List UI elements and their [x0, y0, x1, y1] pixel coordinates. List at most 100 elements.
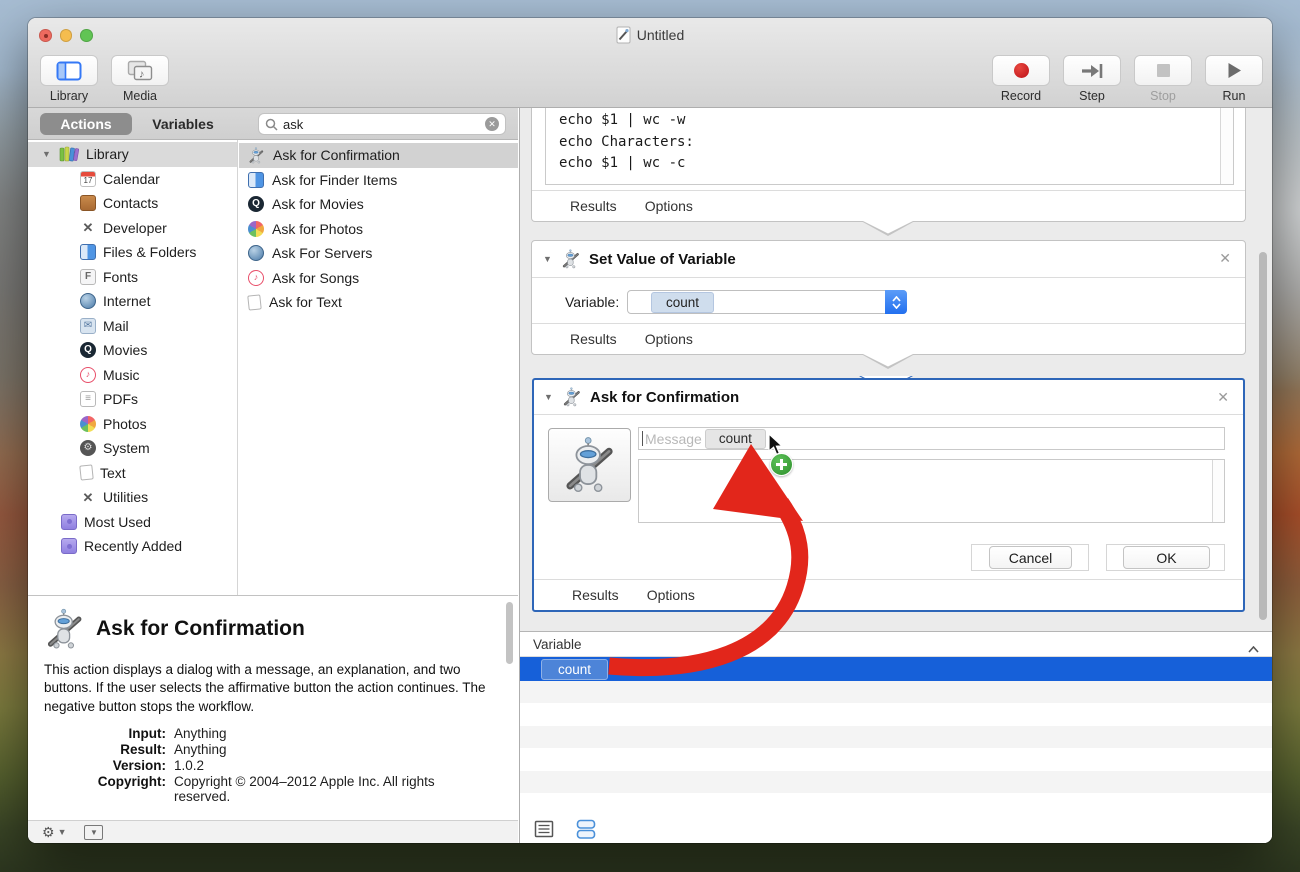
sidebar-item-label: Most Used	[84, 514, 151, 530]
description-scrollbar[interactable]	[506, 602, 513, 664]
ok-label-cell[interactable]: OK	[1106, 544, 1225, 571]
action-row-ask-for-songs[interactable]: ♪Ask for Songs	[239, 266, 518, 291]
variable-pane-title: Variable	[533, 637, 582, 652]
results-link[interactable]: Results	[570, 198, 617, 214]
action-row-label: Ask for Photos	[272, 221, 363, 237]
sidebar-item-text[interactable]: Text	[28, 461, 237, 486]
titlebar-toolbar: Untitled Library	[28, 18, 1272, 108]
collapse-chevron-icon[interactable]	[1248, 641, 1259, 656]
cancel-label-cell[interactable]: Cancel	[971, 544, 1089, 571]
sidebar-item-recently-added[interactable]: Recently Added	[28, 534, 237, 559]
sidebar-item-library[interactable]: ▼ Library	[28, 142, 237, 167]
run-button[interactable]	[1205, 55, 1263, 86]
contacts-icon	[80, 195, 96, 211]
action-menu-button[interactable]: ⚙ ▼	[42, 824, 66, 841]
sidebar-item-label: Movies	[103, 342, 147, 358]
sidebar-item-developer[interactable]: ✕Developer	[28, 216, 237, 241]
sidebar-item-system[interactable]: ⚙System	[28, 436, 237, 461]
run-shell-script-action[interactable]: echo $1 | wc -w echo Characters: echo $1…	[531, 108, 1246, 222]
action-row-ask-for-movies[interactable]: Q Ask for Movies	[239, 192, 518, 217]
sidebar-item-contacts[interactable]: Contacts	[28, 191, 237, 216]
sidebar-item-music[interactable]: ♪Music	[28, 363, 237, 388]
action-row-label: Ask for Text	[269, 294, 342, 310]
workflow-connector	[861, 221, 915, 236]
action-row-ask-for-confirmation[interactable]: Ask for Confirmation	[239, 143, 518, 168]
text-area-scrollbar[interactable]	[1212, 460, 1224, 522]
description-panel-toggle[interactable]: ▼	[84, 825, 103, 840]
code-scrollbar[interactable]	[1220, 108, 1233, 184]
results-link[interactable]: Results	[572, 587, 619, 603]
variable-pane-header[interactable]: Variable	[520, 631, 1272, 657]
explanation-text-area[interactable]	[638, 459, 1225, 523]
workflow-view-icon[interactable]	[575, 818, 597, 840]
action-row-label: Ask for Confirmation	[273, 147, 400, 163]
sidebar-item-most-used[interactable]: Most Used	[28, 510, 237, 535]
cancel-button[interactable]: Cancel	[989, 546, 1072, 569]
close-action-icon[interactable]: ✕	[1219, 250, 1231, 267]
record-button[interactable]	[992, 55, 1050, 86]
dropdown-stepper-icon[interactable]	[885, 290, 907, 314]
music-icon: ♪	[248, 270, 264, 286]
workflow-scrollbar[interactable]	[1259, 252, 1267, 620]
action-row-label: Ask for Finder Items	[272, 172, 397, 188]
results-link[interactable]: Results	[570, 331, 617, 347]
tab-variables[interactable]: Variables	[141, 116, 225, 132]
sidebar-item-files-folders[interactable]: Files & Folders	[28, 240, 237, 265]
sidebar-item-mail[interactable]: ✉Mail	[28, 314, 237, 339]
options-link[interactable]: Options	[645, 331, 693, 347]
count-variable-token[interactable]: count	[705, 429, 766, 449]
document-icon	[616, 26, 631, 44]
finder-icon	[248, 172, 264, 188]
library-pane: Actions Variables ✕ ▼ Library 17C	[28, 108, 518, 843]
step-icon	[1081, 63, 1103, 79]
robot-icon	[248, 147, 265, 164]
close-action-icon[interactable]: ✕	[1217, 389, 1229, 406]
disclosure-triangle-icon[interactable]: ▼	[543, 254, 553, 264]
variable-row-count[interactable]: count	[520, 657, 1272, 681]
media-button[interactable]: ♪	[111, 55, 169, 86]
list-view-icon[interactable]	[534, 820, 554, 838]
utilities-icon: ✕	[80, 489, 96, 505]
clear-search-icon[interactable]: ✕	[485, 117, 499, 131]
variable-token[interactable]: count	[651, 292, 714, 313]
sidebar-item-label: Developer	[103, 220, 167, 236]
options-link[interactable]: Options	[645, 198, 693, 214]
action-row-ask-for-servers[interactable]: Ask For Servers	[239, 241, 518, 266]
sidebar-item-internet[interactable]: Internet	[28, 289, 237, 314]
ok-button[interactable]: OK	[1123, 546, 1210, 569]
action-row-ask-for-photos[interactable]: Ask for Photos	[239, 217, 518, 242]
set-value-of-variable-action[interactable]: ▼ Set Value of Variable ✕ Variable: coun…	[531, 240, 1246, 355]
action-row-label: Ask for Movies	[272, 196, 364, 212]
shell-script-code[interactable]: echo $1 | wc -w echo Characters: echo $1…	[545, 108, 1234, 185]
disclosure-triangle-icon[interactable]: ▼	[544, 392, 554, 402]
description-body: This action displays a dialog with a mes…	[44, 661, 502, 716]
sidebar-item-utilities[interactable]: ✕Utilities	[28, 485, 237, 510]
calendar-icon: 17	[80, 171, 96, 187]
sidebar-item-pdfs[interactable]: ≡PDFs	[28, 387, 237, 412]
action-row-ask-for-finder-items[interactable]: Ask for Finder Items	[239, 168, 518, 193]
description-meta: Input: Anything Result: Anything Version…	[44, 726, 502, 804]
sidebar-item-movies[interactable]: QMovies	[28, 338, 237, 363]
search-field[interactable]: ✕	[258, 113, 506, 135]
sidebar-item-calendar[interactable]: 17Calendar	[28, 167, 237, 192]
library-button[interactable]	[40, 55, 98, 86]
action-row-ask-for-text[interactable]: Ask for Text	[239, 290, 518, 315]
stop-icon	[1157, 64, 1170, 77]
sidebar-item-photos[interactable]: Photos	[28, 412, 237, 437]
library-sidebar: ▼ Library 17Calendar Contacts ✕Developer…	[28, 140, 238, 595]
variable-list-empty-rows	[520, 681, 1272, 815]
chevron-down-icon: ▼	[90, 828, 98, 837]
ask-for-confirmation-action[interactable]: ▼ Ask for Confirmation ✕ Message count	[532, 378, 1245, 612]
tab-actions[interactable]: Actions	[40, 113, 132, 135]
action-thumbnail	[548, 428, 631, 502]
step-button[interactable]	[1063, 55, 1121, 86]
options-link[interactable]: Options	[647, 587, 695, 603]
sidebar-item-fonts[interactable]: FFonts	[28, 265, 237, 290]
search-input[interactable]	[283, 117, 485, 132]
count-variable-token[interactable]: count	[541, 659, 608, 680]
library-button-label: Library	[50, 89, 88, 103]
quicktime-icon: Q	[248, 196, 264, 212]
disclosure-triangle-icon[interactable]: ▼	[42, 149, 52, 159]
message-field[interactable]: Message count	[638, 427, 1225, 450]
variable-dropdown[interactable]: count	[627, 290, 907, 314]
